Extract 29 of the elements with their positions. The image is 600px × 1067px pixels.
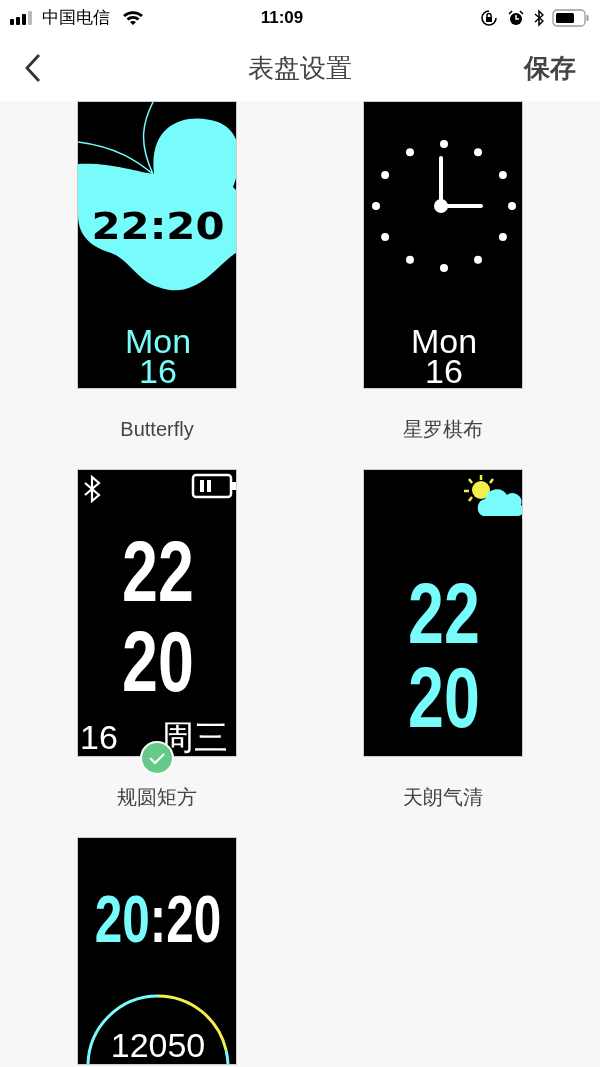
- watch-separator: :: [149, 886, 167, 952]
- alarm-icon: [508, 9, 524, 26]
- page-title: 表盘设置: [248, 51, 352, 85]
- watch-minute: 20: [166, 886, 222, 952]
- carrier-name: 中国电信: [42, 6, 110, 29]
- watch-face-preview[interactable]: 22:20 Mon 16: [77, 101, 237, 389]
- watch-face-name: Butterfly: [120, 417, 194, 441]
- battery-icon: [552, 8, 590, 27]
- back-icon: [24, 53, 42, 83]
- watch-minute: 20: [407, 654, 481, 740]
- status-time: 11:09: [260, 6, 304, 29]
- watch-face-preview[interactable]: 20:20 12050: [77, 837, 237, 1065]
- watch-face-preview[interactable]: 22 20: [363, 469, 523, 757]
- watch-face-name: 规圆矩方: [117, 785, 197, 809]
- bluetooth-icon: [534, 8, 544, 27]
- watch-hour: 22: [407, 570, 481, 656]
- watch-time: 22:20: [90, 207, 226, 245]
- wifi-icon: [122, 9, 144, 26]
- watch-face-name: 星罗棋布: [403, 417, 483, 441]
- rotation-lock-icon: [480, 8, 498, 27]
- save-button[interactable]: 保存: [524, 48, 576, 88]
- watch-minute: 20: [121, 618, 195, 704]
- watch-face-name: 天朗气清: [403, 785, 483, 809]
- step-count: 12050: [109, 1028, 207, 1062]
- battery-icon: [191, 473, 236, 499]
- watch-hour: 20: [94, 886, 150, 952]
- watch-date: 16: [80, 720, 118, 754]
- watch-face-preview[interactable]: Mon 16: [363, 101, 523, 389]
- watch-hour: 22: [121, 528, 195, 614]
